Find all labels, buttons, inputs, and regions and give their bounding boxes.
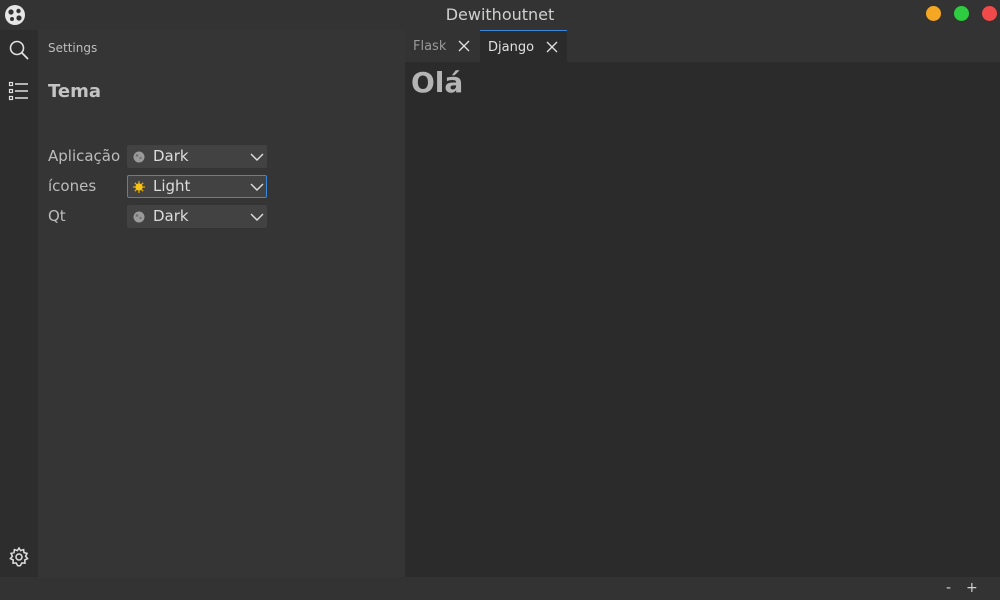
list-icon[interactable] bbox=[8, 80, 30, 102]
select-value: Light bbox=[153, 177, 191, 195]
zoom-out-button[interactable]: - bbox=[946, 580, 951, 596]
tab-bar: Flask Django bbox=[405, 30, 1000, 62]
close-icon[interactable] bbox=[458, 40, 470, 52]
theme-select-icones[interactable]: Light bbox=[127, 175, 267, 198]
search-icon[interactable] bbox=[8, 39, 30, 61]
zoom-in-button[interactable]: + bbox=[966, 580, 978, 596]
maximize-button[interactable] bbox=[954, 6, 969, 21]
section-title: Tema bbox=[48, 81, 101, 102]
chevron-down-icon bbox=[250, 183, 264, 191]
tab-django[interactable]: Django bbox=[480, 30, 567, 62]
sun-icon bbox=[133, 181, 145, 193]
select-value: Dark bbox=[153, 207, 189, 225]
setting-label-icones: ícones bbox=[48, 177, 97, 195]
tab-label: Flask bbox=[413, 39, 447, 54]
tab-label: Django bbox=[488, 40, 535, 55]
select-value: Dark bbox=[153, 147, 189, 165]
chevron-down-icon bbox=[250, 213, 264, 221]
sidebar-header: Settings bbox=[48, 41, 98, 55]
editor-heading: Olá bbox=[411, 66, 464, 99]
chevron-down-icon bbox=[250, 153, 264, 161]
minimize-button[interactable] bbox=[926, 6, 941, 21]
close-button[interactable] bbox=[982, 6, 997, 21]
theme-select-qt[interactable]: Dark bbox=[127, 205, 267, 228]
setting-label-aplicacao: Aplicação bbox=[48, 147, 121, 165]
window-title: Dewithoutnet bbox=[445, 5, 555, 24]
settings-sidebar: Settings Tema Aplicação Dark ícones Ligh… bbox=[38, 30, 405, 577]
activity-bar bbox=[0, 30, 38, 577]
close-icon[interactable] bbox=[546, 41, 558, 53]
setting-label-qt: Qt bbox=[48, 207, 66, 225]
title-bar: Dewithoutnet bbox=[0, 0, 1000, 30]
editor-pane[interactable]: Olá bbox=[405, 62, 1000, 577]
status-bar: - + bbox=[0, 577, 1000, 600]
theme-select-aplicacao[interactable]: Dark bbox=[127, 145, 267, 168]
moon-icon bbox=[133, 211, 145, 223]
settings-icon[interactable] bbox=[8, 546, 30, 568]
moon-icon bbox=[133, 151, 145, 163]
tab-flask[interactable]: Flask bbox=[405, 30, 480, 62]
